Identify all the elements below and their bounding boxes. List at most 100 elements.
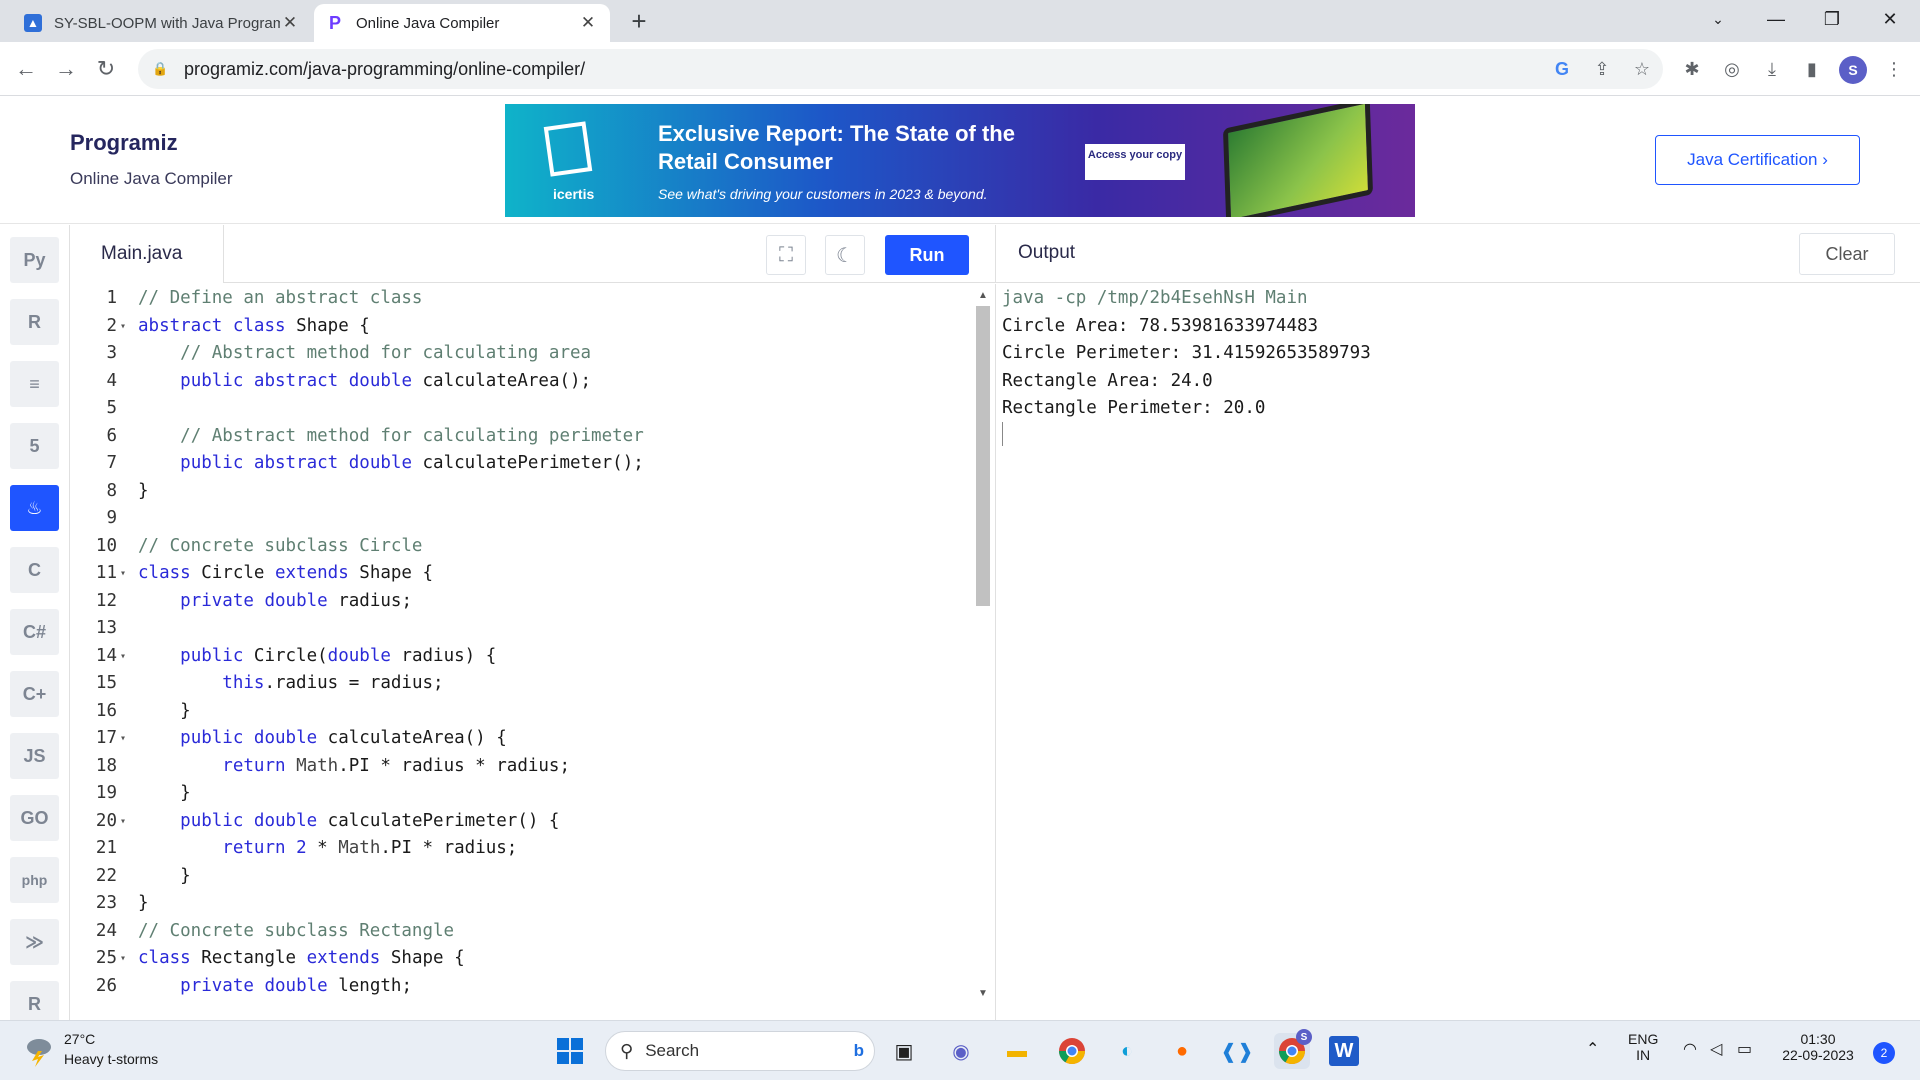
programiz-favicon-icon: P — [328, 12, 341, 33]
search-icon: ⚲ — [620, 1040, 634, 1061]
page-subtitle: Online Java Compiler — [70, 169, 233, 188]
notification-badge[interactable]: 2 — [1873, 1042, 1895, 1064]
line-number: 20 — [95, 810, 117, 831]
close-icon[interactable]: ✕ — [578, 13, 598, 33]
code-line: class Rectangle extends Shape { — [138, 948, 465, 968]
output-console[interactable]: java -cp /tmp/2b4EsehNsH Main Circle Area… — [995, 284, 1920, 1020]
tab-search-icon[interactable]: ⌄ — [1692, 0, 1744, 38]
programiz-logo[interactable]: Programiz — [70, 130, 178, 156]
scrollbar-thumb[interactable] — [976, 306, 990, 606]
new-tab-button[interactable]: + — [624, 6, 654, 36]
run-button[interactable]: Run — [885, 235, 969, 275]
side-panel-icon[interactable]: ▮ — [1798, 55, 1826, 83]
menu-kebab-icon[interactable]: ⋮ — [1880, 55, 1908, 83]
code-editor[interactable]: 1// Define an abstract class 2 ▾ abstract c… — [71, 284, 995, 1020]
cpp-icon[interactable]: C+ — [10, 671, 59, 717]
battery-icon[interactable]: ▭ — [1737, 1039, 1752, 1059]
windows-start-icon[interactable] — [552, 1033, 588, 1069]
weather-temperature: 27°C — [64, 1031, 96, 1047]
logo-text: Programiz — [70, 130, 178, 155]
share-icon[interactable]: ⇪ — [1588, 55, 1616, 83]
code-line: this.radius = radius; — [222, 673, 444, 693]
back-icon[interactable]: ← — [8, 51, 44, 87]
go-icon[interactable]: GO — [10, 795, 59, 841]
code-line: } — [138, 893, 149, 913]
task-view-icon[interactable]: ▣ — [886, 1033, 922, 1069]
teams-chat-icon[interactable]: ◉ — [943, 1033, 979, 1069]
java-certification-button[interactable]: Java Certification › — [1655, 135, 1860, 185]
line-number: 17 — [95, 728, 117, 748]
sql-icon[interactable]: ≡ — [10, 361, 59, 407]
fold-arrow-icon[interactable]: ▾ — [120, 816, 126, 827]
word-icon[interactable]: W — [1329, 1036, 1359, 1066]
thunderstorm-icon[interactable] — [22, 1033, 56, 1067]
taskbar-search[interactable]: ⚲ Search b — [605, 1031, 875, 1071]
scroll-up-icon[interactable]: ▲ — [978, 290, 988, 301]
file-tab[interactable]: Main.java — [71, 225, 224, 283]
js-icon[interactable]: JS — [10, 733, 59, 779]
file-explorer-icon[interactable]: ▬ — [999, 1033, 1035, 1069]
clear-button[interactable]: Clear — [1799, 233, 1895, 275]
code-line: public abstract double calculateArea(); — [180, 370, 592, 391]
r-icon[interactable]: R — [10, 299, 59, 345]
language-indicator[interactable]: ENG IN — [1628, 1031, 1658, 1063]
line-number: 18 — [95, 755, 117, 776]
scroll-down-icon[interactable]: ▼ — [978, 988, 988, 999]
line-number: 19 — [95, 783, 117, 803]
download-icon[interactable]: ⤓ — [1758, 55, 1786, 83]
region-code: IN — [1636, 1047, 1651, 1063]
volume-icon[interactable]: ◁ — [1710, 1039, 1722, 1059]
reload-icon[interactable]: ↻ — [88, 51, 124, 87]
extensions-icon[interactable]: ✱ — [1678, 55, 1706, 83]
html-icon[interactable]: 5 — [10, 423, 59, 469]
dark-mode-icon[interactable]: ☾ — [825, 235, 865, 275]
chrome-icon[interactable] — [1054, 1033, 1090, 1069]
line-number: 13 — [95, 618, 117, 638]
search-placeholder: Search — [645, 1041, 700, 1060]
swift-icon[interactable]: ≫ — [10, 919, 59, 965]
clock[interactable]: 01:30 22-09-2023 — [1778, 1031, 1858, 1063]
browser-tab-sbl[interactable]: ▲ SY-SBL-OOPM with Java Program ✕ — [12, 4, 312, 42]
chrome-profile-icon[interactable]: S — [1274, 1029, 1312, 1069]
csharp-icon[interactable]: C# — [10, 609, 59, 655]
fold-arrow-icon[interactable]: ▾ — [120, 321, 126, 332]
ad-banner[interactable]: icertis Exclusive Report: The State of t… — [505, 104, 1415, 217]
browser-tab-compiler[interactable]: P Online Java Compiler ✕ — [314, 4, 610, 42]
editor-scrollbar[interactable]: ▲ ▼ — [975, 290, 991, 1010]
url-bar[interactable]: 🔒 programiz.com/java-programming/online-… — [138, 49, 1663, 89]
java-icon[interactable]: ♨ — [10, 485, 59, 531]
edge-icon[interactable]: ◐ — [1109, 1033, 1145, 1069]
ad-subtitle: See what's driving your customers in 202… — [658, 186, 988, 202]
fold-arrow-icon[interactable]: ▾ — [120, 651, 126, 662]
output-line: Rectangle Perimeter: 20.0 — [1002, 398, 1266, 418]
vscode-icon[interactable]: ❰❱ — [1219, 1033, 1255, 1069]
line-number: 11 — [95, 563, 117, 583]
close-window-button[interactable]: ✕ — [1864, 0, 1916, 38]
minimize-button[interactable]: — — [1750, 0, 1802, 38]
forward-icon[interactable]: → — [48, 51, 84, 87]
line-number: 4 — [106, 370, 117, 391]
firefox-icon[interactable]: ● — [1164, 1033, 1200, 1069]
fold-arrow-icon[interactable]: ▾ — [120, 953, 126, 964]
fold-arrow-icon[interactable]: ▾ — [120, 568, 126, 579]
ad-cta-button[interactable]: Access your copy — [1085, 144, 1185, 180]
line-number: 25 — [95, 948, 117, 968]
code-line: } — [138, 783, 191, 803]
python-icon[interactable]: Py — [10, 237, 59, 283]
language-sidebar: Py R ≡ 5 ♨ C C# C+ JS GO php ≫ R — [0, 225, 70, 1027]
wifi-icon[interactable]: ◠ — [1683, 1039, 1697, 1059]
code-line: return 2 * Math.PI * radius; — [222, 838, 518, 858]
performance-icon[interactable]: ◎ — [1718, 55, 1746, 83]
php-icon[interactable]: php — [10, 857, 59, 903]
close-icon[interactable]: ✕ — [280, 13, 300, 33]
fullscreen-icon[interactable]: ⛶ — [766, 235, 806, 275]
google-icon[interactable]: G — [1548, 55, 1576, 83]
c-icon[interactable]: C — [10, 547, 59, 593]
restore-button[interactable]: ❐ — [1806, 0, 1858, 38]
bookmark-star-icon[interactable]: ☆ — [1628, 55, 1656, 83]
code-line: // Concrete subclass Circle — [138, 535, 423, 556]
tray-overflow-icon[interactable]: ⌃ — [1586, 1039, 1599, 1059]
bing-icon[interactable]: b — [854, 1041, 864, 1061]
profile-avatar[interactable]: S — [1839, 56, 1867, 84]
fold-arrow-icon[interactable]: ▾ — [120, 733, 126, 744]
